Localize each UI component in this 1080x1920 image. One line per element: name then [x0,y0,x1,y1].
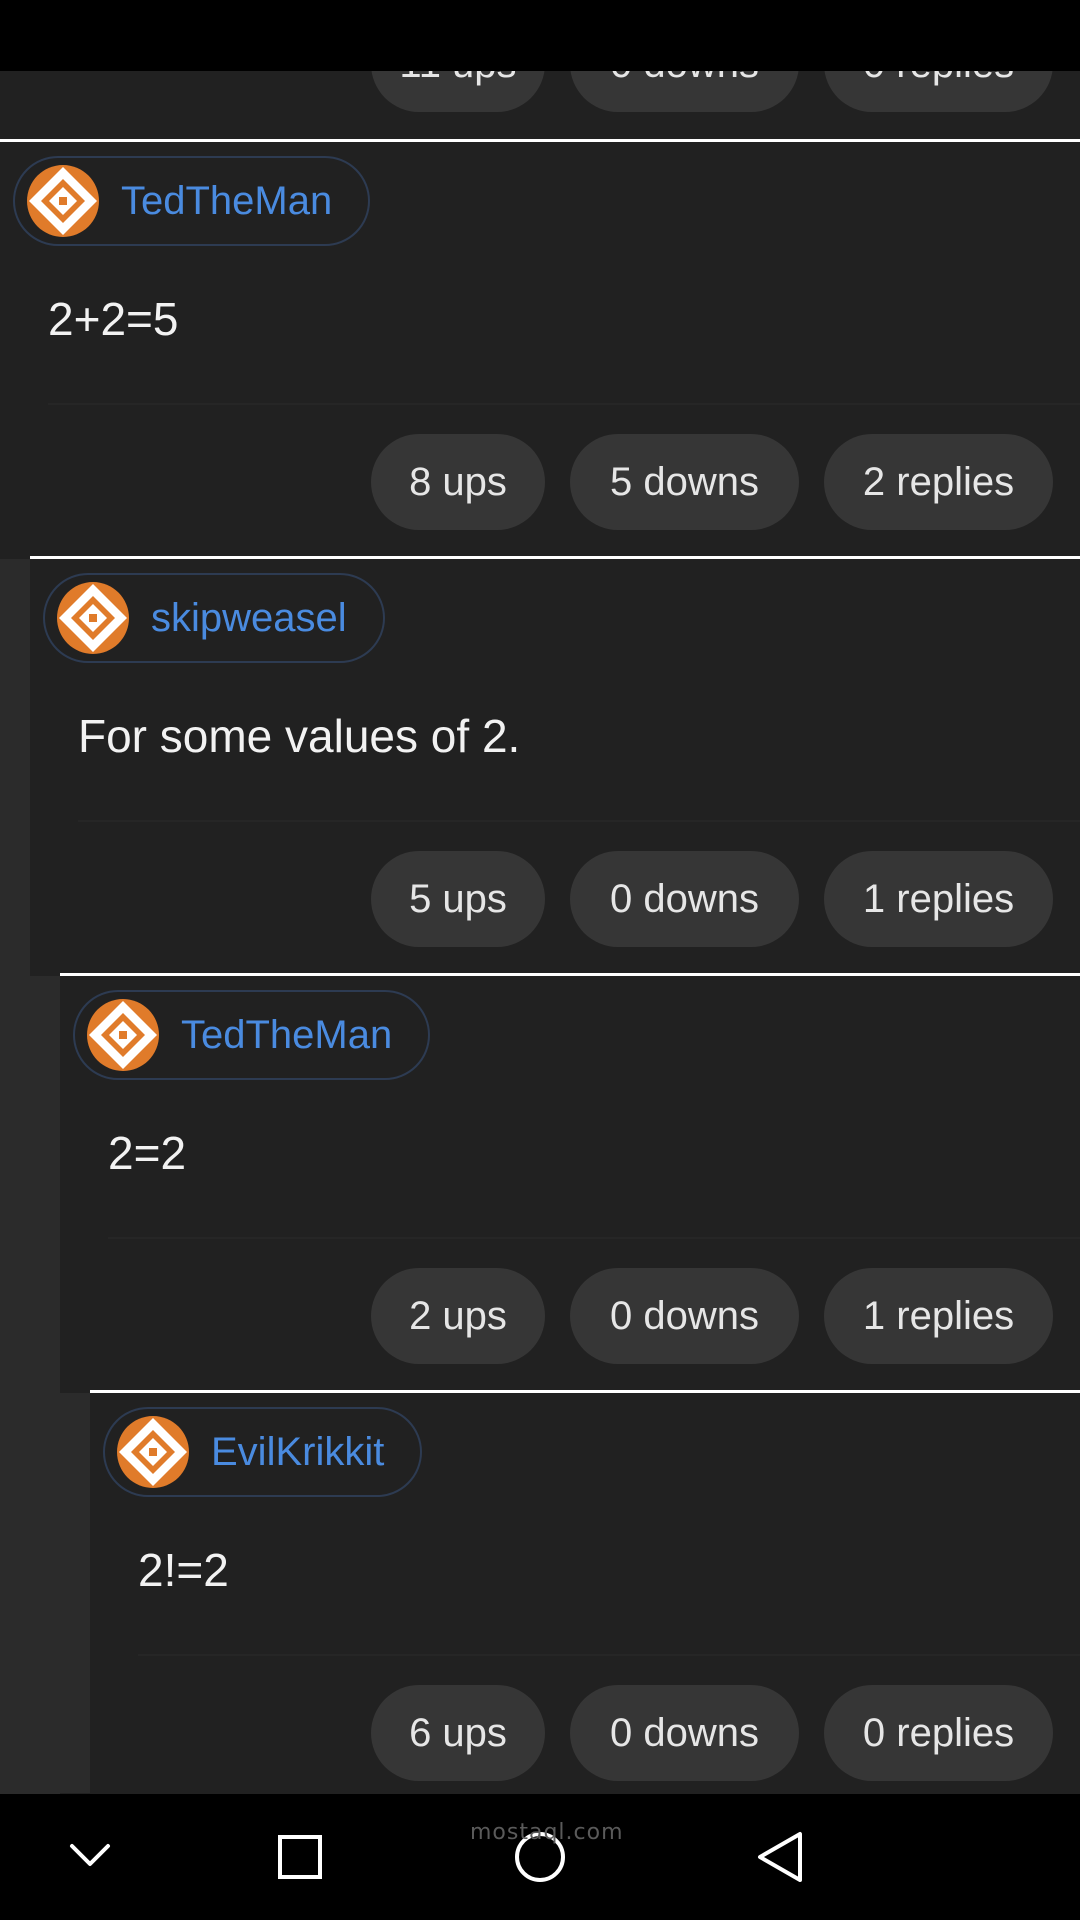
comment-body: 2=2 [108,1127,187,1179]
chevron-down-icon[interactable] [30,1794,150,1920]
comment-body: 2+2=5 [48,293,179,345]
ups-button[interactable]: 6 ups [371,1685,545,1781]
comment-card: TedTheMan 2=2 2 ups 0 downs 1 replies [60,973,1080,1389]
circle-icon[interactable] [480,1794,600,1920]
divider [78,820,1080,822]
author-chip[interactable]: skipweasel [43,573,385,663]
status-bar [0,0,1080,71]
thread-indent-bar [30,976,60,1794]
watermark: mostaql.com [470,1820,624,1845]
ups-button[interactable]: 5 ups [371,851,545,947]
thread-indent-bar [60,1393,90,1793]
comment-actions: 8 ups 5 downs 2 replies [371,434,1053,530]
quilt-avatar-icon [27,165,99,237]
replies-button[interactable]: 1 replies [824,851,1053,947]
downs-button[interactable]: 0 downs [570,1685,799,1781]
replies-button[interactable]: 0 replies [824,1685,1053,1781]
thread-indent-bar [0,559,30,1794]
ups-button[interactable]: 2 ups [371,1268,545,1364]
comment-feed[interactable]: 11 ups 0 downs 0 replies TedTheMan 2+2=5… [0,0,1080,1794]
author-name: TedTheMan [181,1012,393,1057]
author-chip[interactable]: TedTheMan [73,990,431,1080]
quilt-avatar-icon [57,582,129,654]
replies-button[interactable]: 2 replies [824,434,1053,530]
divider [138,1654,1080,1656]
author-name: TedTheMan [121,178,333,223]
downs-button[interactable]: 0 downs [570,1268,799,1364]
author-chip[interactable]: TedTheMan [13,156,371,246]
author-name: skipweasel [151,595,347,640]
comment-actions: 2 ups 0 downs 1 replies [371,1268,1053,1364]
replies-button[interactable]: 1 replies [824,1268,1053,1364]
ups-button[interactable]: 8 ups [371,434,545,530]
divider [48,403,1080,405]
comment-body: 2!=2 [138,1544,229,1596]
quilt-avatar-icon [117,1416,189,1488]
divider [108,1237,1080,1239]
comment-card: TedTheMan 2+2=5 8 ups 5 downs 2 replies [0,139,1080,555]
author-chip[interactable]: EvilKrikkit [103,1407,423,1497]
author-name: EvilKrikkit [211,1429,385,1474]
comment-card: EvilKrikkit 2!=2 6 ups 0 downs 0 replies [90,1390,1080,1794]
comment-card: skipweasel For some values of 2. 5 ups 0… [30,556,1080,972]
comment-actions: 5 ups 0 downs 1 replies [371,851,1053,947]
downs-button[interactable]: 0 downs [570,851,799,947]
navigation-bar [0,1794,1080,1920]
triangle-back-icon[interactable] [720,1794,840,1920]
square-icon[interactable] [240,1794,360,1920]
comment-actions: 6 ups 0 downs 0 replies [371,1685,1053,1781]
quilt-avatar-icon [87,999,159,1071]
downs-button[interactable]: 5 downs [570,434,799,530]
comment-body: For some values of 2. [78,710,521,762]
